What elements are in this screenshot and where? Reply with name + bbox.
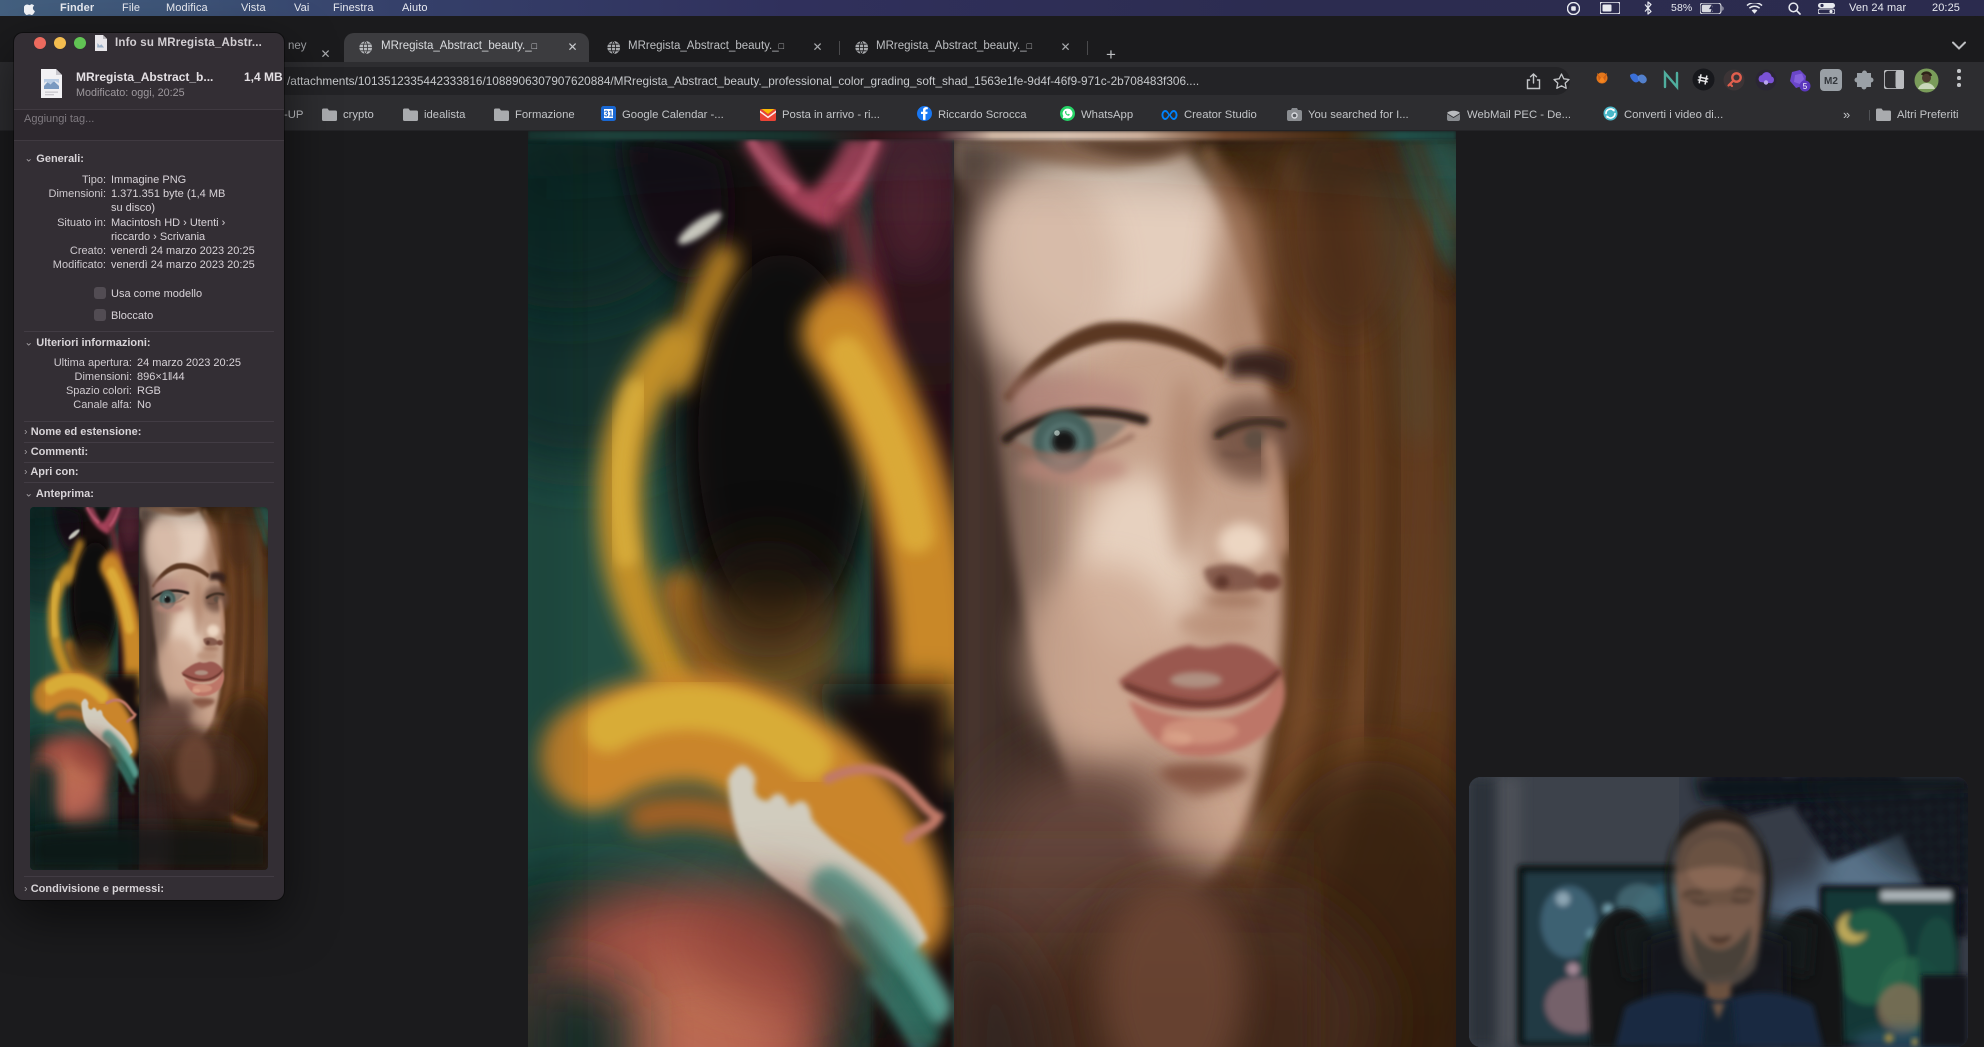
svg-text:31: 31 (604, 110, 613, 119)
svg-text:5: 5 (1803, 82, 1808, 91)
svg-text:M2: M2 (1824, 76, 1838, 87)
